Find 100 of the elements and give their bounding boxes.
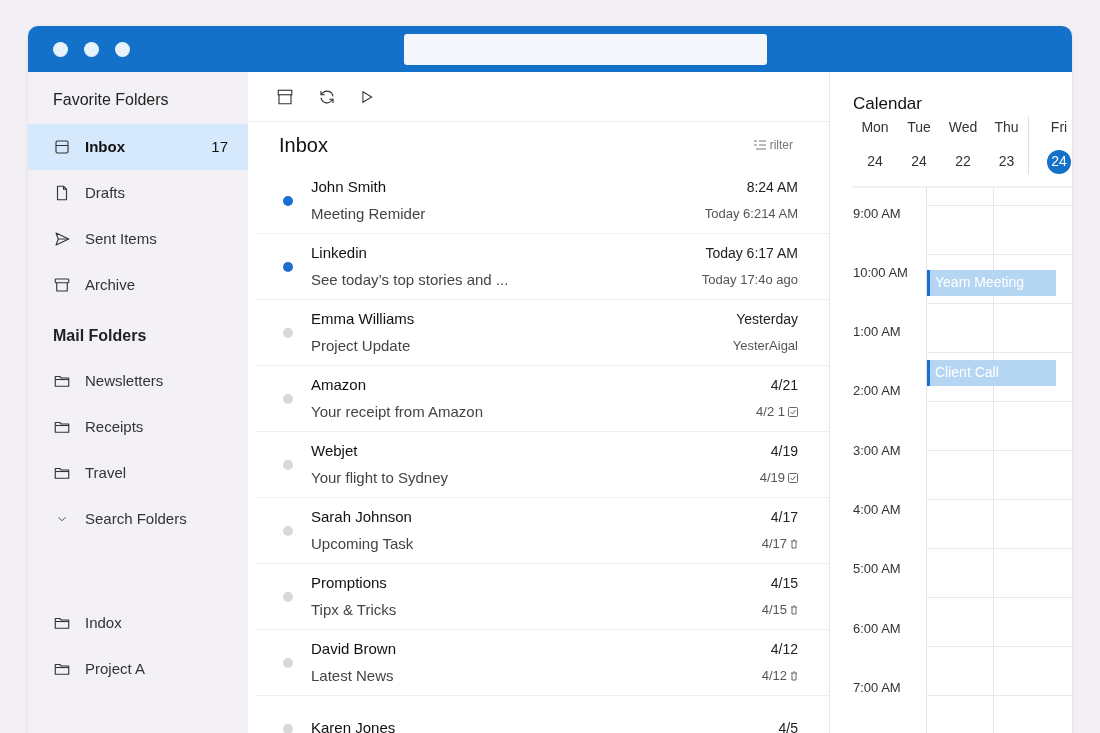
message-time: Yesterday (736, 310, 798, 330)
message-row[interactable]: John Smith Meeting Remider 8:24 AM Today 6:214 AM (256, 168, 829, 234)
bin-icon (790, 605, 798, 615)
day-date: 22 (954, 152, 972, 171)
sender-name: Promptions (311, 573, 388, 593)
folder-item[interactable]: Archive (28, 262, 248, 308)
message-row[interactable]: Emma Williams Project Update Yesterday YesterAigal (256, 300, 829, 366)
day-header[interactable]: Thu 23 (985, 116, 1029, 174)
time-label: 7:00 AM (853, 678, 902, 697)
sender-name: Linkedin (311, 243, 368, 263)
sender-name: Karen Jones (311, 718, 397, 733)
message-row[interactable]: Webjet Your flight to Sydney 4/19 4/19 (256, 432, 829, 498)
filter-icon (753, 140, 766, 150)
folder-label: Indox (85, 612, 123, 633)
message-time: 4/21 (770, 376, 798, 396)
message-subject: Upcoming Task (311, 533, 415, 554)
message-subject: Your receipt from Amazon (311, 401, 485, 422)
day-header[interactable]: Tue 24 (897, 116, 941, 186)
checkbox-icon (788, 407, 798, 417)
inbox-icon (53, 138, 71, 156)
sender-name: Emma Williams (311, 309, 416, 329)
message-row[interactable]: Sarah Johnson Upcoming Task 4/17 4/17 (256, 498, 829, 564)
message-row[interactable]: David Brown Latest News 4/12 4/12 (256, 630, 829, 696)
day-header[interactable]: Fri 24 (1037, 116, 1072, 186)
message-time: 4/19 (770, 442, 798, 462)
message-date: YesterAigal (732, 337, 798, 356)
message-subject: Project Update (311, 335, 412, 356)
sender-name: Amazon (311, 375, 368, 395)
folder-item[interactable]: Newsletters (28, 358, 248, 404)
day-name: Fri (1050, 117, 1068, 137)
message-row[interactable]: Karen Jones 4/5 (256, 696, 829, 733)
folder-label: Search Folders (85, 508, 188, 529)
message-date: 4/19 (759, 469, 785, 488)
window-control[interactable] (115, 41, 130, 57)
archive-icon (53, 276, 71, 294)
play-icon[interactable] (360, 89, 374, 104)
folder-label: Project A (85, 658, 147, 679)
bin-icon (790, 671, 798, 681)
message-time: 4/12 (770, 640, 798, 660)
time-label: 5:00 AM (853, 560, 902, 579)
search-field[interactable] (404, 33, 767, 65)
day-header[interactable]: Mon 24 (853, 116, 897, 186)
message-subject: Meeting Remider (311, 203, 427, 224)
checkbox-icon (788, 473, 798, 483)
message-date: 4/12 (761, 667, 787, 686)
day-name: Tue (907, 117, 931, 137)
time-label: 6:00 AM (853, 619, 902, 638)
folder-item[interactable]: Receipts (28, 404, 248, 450)
day-header[interactable]: Wed 22 (941, 116, 985, 186)
folder-item[interactable]: Drafts (28, 170, 248, 216)
window-control[interactable] (53, 41, 68, 57)
window-control[interactable] (84, 41, 99, 57)
message-subject: Tipx & Tricks (311, 599, 398, 620)
message-subject: See today’s top stories and ... (311, 269, 510, 290)
message-row[interactable]: Amazon Your receipt from Amazon 4/21 4/2 1 (256, 366, 829, 432)
refresh-icon[interactable] (318, 87, 336, 106)
bin-icon (790, 539, 798, 549)
folder-label: Inbox (85, 136, 126, 157)
filter-button[interactable]: rilter (753, 136, 793, 154)
message-date: 4/15 (761, 601, 787, 620)
archive-icon[interactable] (276, 87, 294, 106)
message-date: Today 6:214 AM (704, 205, 798, 224)
folder-item[interactable]: Inbox 17 (28, 124, 248, 170)
folder-label: Newsletters (85, 370, 165, 391)
folder-item[interactable]: Indox (28, 600, 248, 646)
message-date: Today 17:4o ago (701, 271, 798, 290)
section-title: Mail Folders (52, 326, 148, 346)
time-label: 9:00 AM (853, 204, 902, 223)
message-date: 4/2 1 (756, 403, 785, 422)
message-date: 4/17 (761, 535, 787, 554)
folder-item[interactable]: Project A (28, 646, 248, 692)
folder-label: Sent Items (85, 228, 158, 249)
time-label: 4:00 AM (853, 501, 902, 519)
folder-label: Receipts (85, 416, 145, 437)
message-time: 4/15 (770, 574, 798, 594)
time-label: 10:00 AM (853, 263, 909, 282)
unread-count: 17 (211, 136, 228, 157)
folder-item[interactable]: Search Folders (28, 496, 248, 542)
sender-name: Webjet (311, 441, 359, 461)
folder-label: Drafts (85, 182, 126, 203)
folder-item[interactable]: Sent Items (28, 216, 248, 262)
day-date: 24 (866, 152, 884, 171)
day-date: 24 (910, 152, 928, 171)
list-title: Inbox (279, 133, 328, 158)
message-subject: Your flight to Sydney (311, 467, 450, 488)
sender-name: John Smith (311, 177, 388, 197)
message-row[interactable]: Promptions Tipx & Tricks 4/15 4/15 (256, 564, 829, 630)
message-subject: Latest News (311, 665, 395, 686)
message-time: Today 6:17 AM (705, 244, 798, 264)
sender-name: David Brown (311, 639, 398, 659)
message-row[interactable]: Linkedin See today’s top stories and ... Today 6:17 AM Today 17:4o ago (256, 234, 829, 300)
calendar-title: Calendar (853, 93, 923, 115)
sender-name: Sarah Johnson (311, 507, 413, 527)
time-label: 2:00 AM (853, 382, 902, 401)
folder-item[interactable]: Travel (28, 450, 248, 496)
day-date: 24 (1047, 149, 1071, 174)
section-title: Favorite Folders (52, 90, 170, 110)
message-time: 4/5 (778, 719, 798, 733)
time-label: 1:00 AM (853, 323, 902, 342)
day-date: 23 (997, 152, 1016, 171)
